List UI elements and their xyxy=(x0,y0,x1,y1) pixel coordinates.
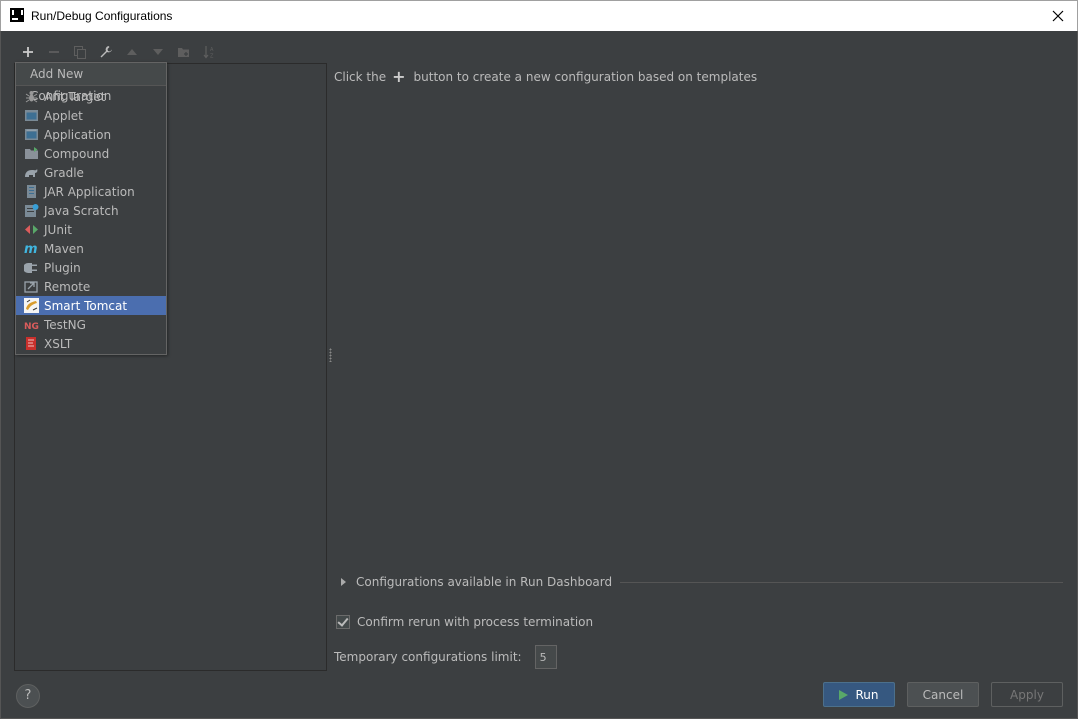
popup-item-label: TestNG xyxy=(44,317,86,332)
popup-item-xslt[interactable]: XSLT xyxy=(16,334,166,353)
dialog-body: AZ Add New Configuration Ant Target Appl… xyxy=(0,31,1078,719)
run-dashboard-section[interactable]: Configurations available in Run Dashboar… xyxy=(339,575,1063,589)
add-icon[interactable] xyxy=(15,42,41,62)
popup-item-plugin[interactable]: Plugin xyxy=(16,258,166,277)
popup-item-label: Ant Target xyxy=(44,89,106,104)
run-play-icon xyxy=(839,689,849,700)
gradle-icon xyxy=(24,165,39,180)
dashboard-label: Configurations available in Run Dashboar… xyxy=(356,575,613,589)
ant-icon xyxy=(24,89,39,104)
wrench-icon[interactable] xyxy=(93,42,119,62)
popup-item-applet[interactable]: Applet xyxy=(16,106,166,125)
hint-text-before: Click the xyxy=(334,70,387,84)
svg-text:NG: NG xyxy=(24,322,39,332)
popup-item-label: Gradle xyxy=(44,165,84,180)
expand-arrow-icon[interactable] xyxy=(341,578,346,586)
hint-text-after: button to create a new configuration bas… xyxy=(413,70,758,84)
temp-limit-label: Temporary configurations limit: xyxy=(334,650,522,664)
popup-item-java-scratch[interactable]: Java Scratch xyxy=(16,201,166,220)
junit-icon xyxy=(24,222,39,237)
help-button[interactable]: ? xyxy=(16,684,40,708)
title-bar: Run/Debug Configurations xyxy=(0,0,1078,31)
temp-limit-row: Temporary configurations limit: xyxy=(334,645,557,669)
popup-item-ant-target[interactable]: Ant Target xyxy=(16,87,166,106)
popup-item-maven[interactable]: m Maven xyxy=(16,239,166,258)
splitter-handle[interactable] xyxy=(329,348,332,362)
intellij-icon xyxy=(10,8,24,22)
svg-text:A: A xyxy=(210,47,214,53)
svg-text:m: m xyxy=(24,242,38,256)
add-configuration-popup: Add New Configuration Ant Target Applet … xyxy=(15,62,167,355)
confirm-rerun-label: Confirm rerun with process termination xyxy=(357,615,594,629)
run-button[interactable]: Run xyxy=(823,682,895,707)
popup-item-label: Remote xyxy=(44,279,91,294)
testng-icon: NG xyxy=(24,317,39,332)
popup-item-label: XSLT xyxy=(44,336,73,351)
popup-item-testng[interactable]: NG TestNG xyxy=(16,315,166,334)
confirm-rerun-option[interactable]: Confirm rerun with process termination xyxy=(336,615,593,629)
popup-item-label: Compound xyxy=(44,146,110,161)
svg-text:Z: Z xyxy=(210,54,214,60)
compound-icon xyxy=(24,146,39,161)
run-button-label: Run xyxy=(855,687,879,702)
popup-item-label: Plugin xyxy=(44,260,81,275)
popup-item-label: Application xyxy=(44,127,112,142)
cancel-button[interactable]: Cancel xyxy=(907,682,979,707)
close-icon[interactable] xyxy=(1047,5,1069,27)
folder-icon[interactable] xyxy=(171,42,197,62)
popup-item-label: JUnit xyxy=(44,222,72,237)
temp-limit-input[interactable] xyxy=(534,645,557,669)
xslt-icon xyxy=(24,336,39,351)
applet-icon xyxy=(24,108,39,123)
empty-hint: Click the + button to create a new confi… xyxy=(334,67,758,86)
popup-item-label: Applet xyxy=(44,108,83,123)
popup-item-application[interactable]: Application xyxy=(16,125,166,144)
apply-button[interactable]: Apply xyxy=(991,682,1063,707)
popup-item-smart-tomcat[interactable]: Smart Tomcat xyxy=(16,296,166,315)
popup-item-gradle[interactable]: Gradle xyxy=(16,163,166,182)
remote-icon xyxy=(24,279,39,294)
plugin-icon xyxy=(23,260,39,275)
window-title: Run/Debug Configurations xyxy=(31,9,173,23)
popup-item-label: JAR Application xyxy=(44,184,135,199)
confirm-rerun-checkbox[interactable] xyxy=(336,615,350,629)
toolbar: AZ xyxy=(15,41,223,63)
maven-icon: m xyxy=(24,241,39,257)
tomcat-icon xyxy=(24,298,39,313)
copy-icon[interactable] xyxy=(67,42,93,62)
popup-item-jar-application[interactable]: JAR Application xyxy=(16,182,166,201)
popup-item-compound[interactable]: Compound xyxy=(16,144,166,163)
plus-icon: + xyxy=(392,67,406,86)
remove-icon[interactable] xyxy=(41,42,67,62)
application-icon xyxy=(24,127,39,142)
popup-item-remote[interactable]: Remote xyxy=(16,277,166,296)
popup-list: Ant Target Applet Application Compound G… xyxy=(16,86,166,353)
sort-icon[interactable]: AZ xyxy=(197,42,223,62)
popup-header: Add New Configuration xyxy=(16,63,166,103)
popup-item-label: Java Scratch xyxy=(44,203,119,218)
popup-item-label: Smart Tomcat xyxy=(44,298,128,313)
move-down-icon[interactable] xyxy=(145,42,171,62)
popup-item-junit[interactable]: JUnit xyxy=(16,220,166,239)
popup-item-label: Maven xyxy=(44,241,84,256)
jar-icon xyxy=(24,184,39,199)
move-up-icon[interactable] xyxy=(119,42,145,62)
java-scratch-icon xyxy=(24,203,39,218)
separator-line xyxy=(620,581,1063,583)
